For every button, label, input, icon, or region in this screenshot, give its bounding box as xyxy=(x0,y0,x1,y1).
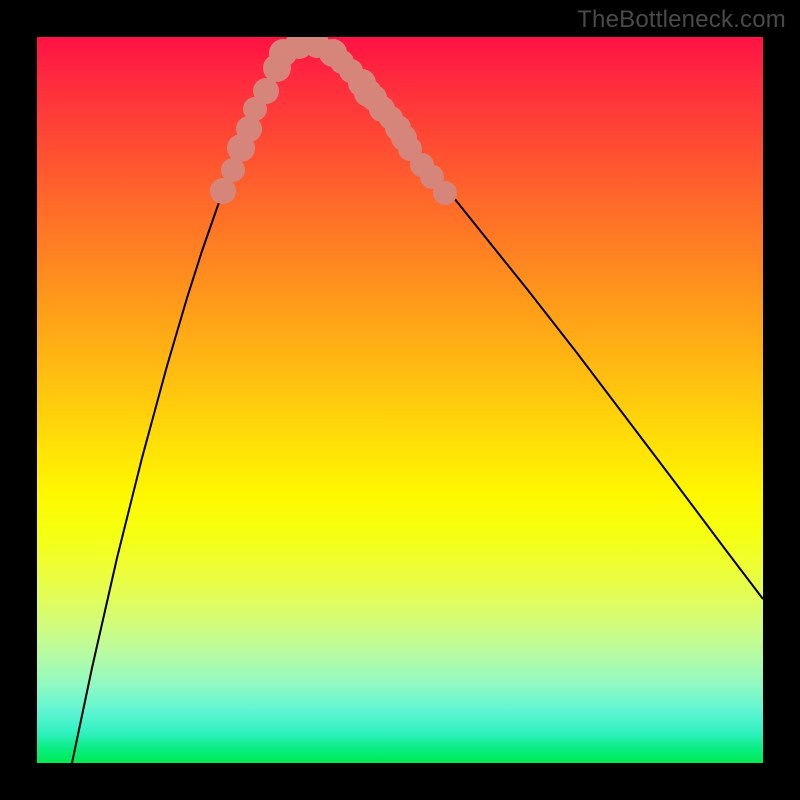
watermark-text: TheBottleneck.com xyxy=(577,6,786,34)
highlight-dot xyxy=(253,78,279,104)
chart-overlay xyxy=(37,37,763,763)
chart-frame: TheBottleneck.com xyxy=(0,0,800,800)
highlight-dots-group xyxy=(210,37,457,205)
highlight-dot xyxy=(433,181,457,205)
